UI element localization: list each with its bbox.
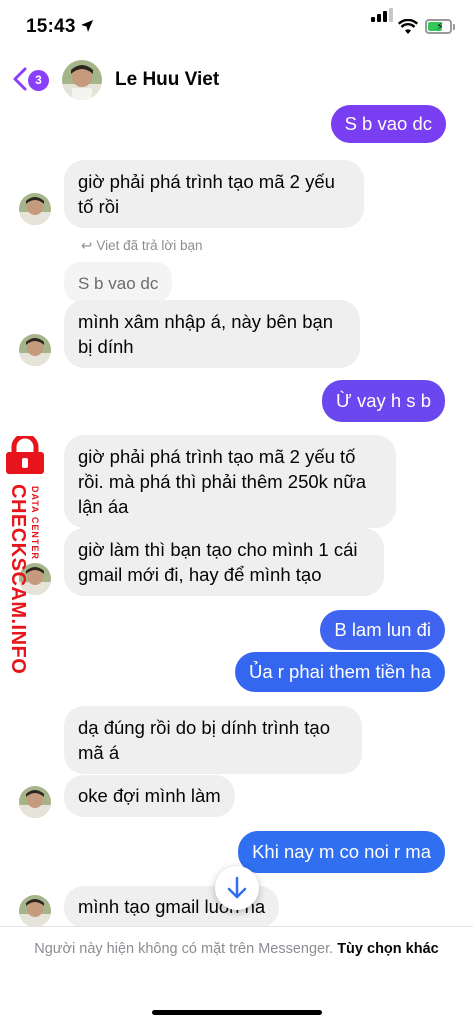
footer-status-text: Người này hiện không có mặt trên Messeng… xyxy=(34,941,334,957)
charging-bolt-icon: ⚡ xyxy=(436,21,444,33)
location-arrow-icon xyxy=(81,20,93,32)
home-indicator xyxy=(152,1010,322,1015)
reply-note: ↩ Viet đã trả lời bạn xyxy=(81,238,202,254)
scroll-to-bottom-button[interactable] xyxy=(215,866,259,910)
message-outgoing[interactable]: Khi nay m co noi r ma xyxy=(238,831,445,873)
wifi-icon xyxy=(398,19,418,34)
chat-header: 3 Le Huu Viet xyxy=(0,54,473,106)
battery-icon: ⚡ xyxy=(425,19,452,34)
contact-name[interactable]: Le Huu Viet xyxy=(115,69,219,91)
quoted-message[interactable]: S b vao dc xyxy=(64,262,173,302)
message-incoming[interactable]: giờ phải phá trình tạo mã 2 yếu tố rồi. … xyxy=(64,435,396,528)
message-outgoing[interactable]: Ủa r phai them tiền ha xyxy=(234,652,445,692)
message-incoming[interactable]: dạ đúng rồi do bị dính trình tạo mã á xyxy=(64,706,362,774)
status-time: 15:43 xyxy=(26,16,76,37)
message-outgoing[interactable]: Ừ vay h s b xyxy=(322,380,445,422)
message-incoming[interactable]: mình xâm nhập á, này bên bạn bị dính xyxy=(64,300,360,368)
padlock-logo xyxy=(6,436,44,474)
reply-arrow-icon: ↩ xyxy=(81,238,93,253)
contact-avatar[interactable] xyxy=(62,60,102,100)
reply-note-text: Viet đã trả lời bạn xyxy=(96,238,203,253)
watermark-main: CHECKSCAM.INFO xyxy=(7,484,29,675)
footer-message: Người này hiện không có mặt trên Messeng… xyxy=(30,939,443,960)
sender-avatar[interactable] xyxy=(19,895,51,927)
message-incoming[interactable]: giờ làm thì bạn tạo cho mình 1 cái gmail… xyxy=(64,528,384,596)
sender-avatar[interactable] xyxy=(19,786,51,818)
other-options-link[interactable]: Tùy chọn khác xyxy=(337,941,439,957)
sender-avatar[interactable] xyxy=(19,193,51,225)
message-incoming[interactable]: oke đợi mình làm xyxy=(64,775,235,817)
watermark-sub: DATA CENTER xyxy=(30,486,40,560)
message-outgoing[interactable]: S b vao dc xyxy=(330,105,446,143)
message-outgoing[interactable]: B lam lun đi xyxy=(320,610,445,650)
status-bar: 15:43 ⚡ xyxy=(0,0,473,54)
sender-avatar[interactable] xyxy=(19,334,51,366)
chevron-left-icon[interactable] xyxy=(12,66,28,92)
unread-badge[interactable]: 3 xyxy=(28,70,49,91)
watermark: CHECKSCAM.INFO DATA CENTER xyxy=(2,436,52,674)
battery-cap xyxy=(453,24,455,30)
message-incoming[interactable]: giờ phải phá trình tạo mã 2 yếu tố rồi xyxy=(64,160,364,228)
arrow-down-icon xyxy=(227,876,247,899)
